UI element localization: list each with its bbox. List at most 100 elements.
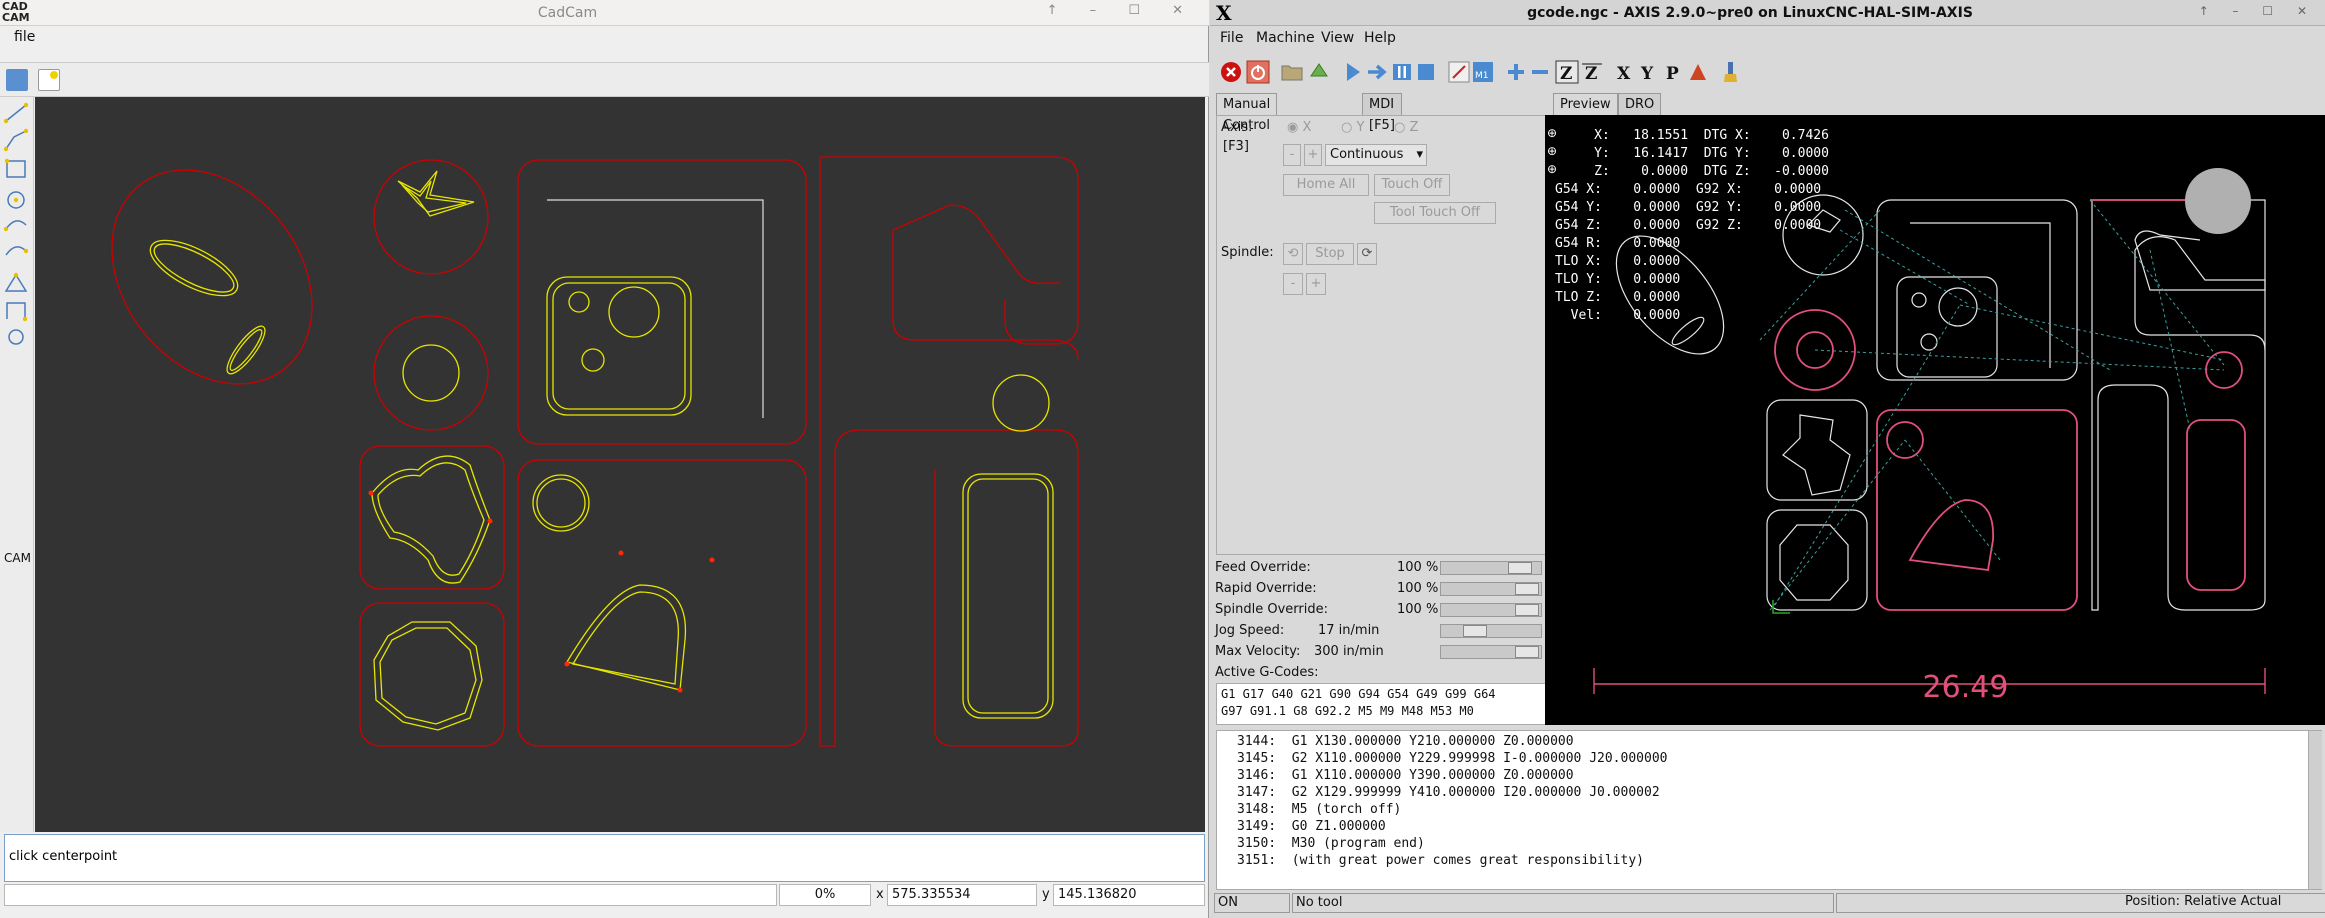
jog-speed-slider[interactable] [1440, 624, 1542, 638]
tool-touch-off-button[interactable]: Tool Touch Off [1374, 202, 1496, 224]
jog-speed-label: Jog Speed: [1215, 623, 1285, 638]
spindle-override-slider[interactable] [1440, 603, 1542, 617]
view-x-icon[interactable]: X [1612, 60, 1636, 84]
part-shape [962, 473, 1054, 719]
part-outline [373, 315, 489, 431]
gcode-scrollbar[interactable] [2308, 731, 2322, 889]
max-velocity-slider[interactable] [1440, 645, 1542, 659]
axis-titlebar: X gcode.ngc - AXIS 2.9.0~pre0 on LinuxCN… [1210, 0, 2325, 26]
gcode-line[interactable]: 3145: G2 X110.000000 Y229.999998 I-0.000… [1237, 750, 2321, 767]
view-z-icon[interactable]: Z [1555, 60, 1579, 84]
open-file-icon[interactable] [1280, 60, 1304, 84]
pink-path [1876, 409, 2078, 611]
dro-line: Z: 0.0000 DTG Z: -0.0000 [1555, 164, 1829, 179]
menu-view[interactable]: View [1321, 30, 1354, 46]
optional-stop-icon[interactable]: M1 [1471, 60, 1495, 84]
part-shape [532, 474, 590, 532]
spindle-stop-button[interactable]: Stop [1306, 243, 1354, 265]
rotate-view-icon[interactable] [1686, 60, 1710, 84]
x-coord-field: 575.335534 [887, 884, 1037, 906]
dro-readout: X: 18.1551 DTG X: 0.7426 Y: 16.1417 DTG … [1555, 127, 1829, 325]
tool-field: No tool [1292, 893, 1834, 913]
gcode-line[interactable]: 3150: M30 (program end) [1237, 835, 2321, 852]
path-outline [1938, 287, 1978, 327]
spindle-cw-icon[interactable]: ⟳ [1357, 243, 1377, 265]
tab-manual-control[interactable]: Manual Control [F3] [1216, 93, 1278, 154]
clear-backplot-icon[interactable] [1722, 60, 1746, 84]
pause-icon[interactable] [1390, 60, 1414, 84]
gcode-line[interactable]: 3147: G2 X129.999999 Y410.000000 I20.000… [1237, 784, 2321, 801]
slider-thumb[interactable] [1515, 583, 1539, 595]
feed-override-slider[interactable] [1440, 561, 1542, 575]
rapid-move [1814, 349, 2225, 371]
zoom-in-icon[interactable] [1504, 60, 1528, 84]
zoom-out-icon[interactable] [1528, 60, 1552, 84]
dro-line: Vel: 0.0000 [1555, 308, 1681, 323]
view-y-icon[interactable]: Y [1636, 60, 1660, 84]
open-folder-icon[interactable] [6, 69, 28, 91]
gcode-line[interactable]: 3151: (with great power comes great resp… [1237, 852, 2321, 869]
jog-minus-button[interactable]: - [1283, 144, 1301, 166]
axis-window-controls[interactable]: ↑ – ☐ ✕ [2199, 4, 2317, 18]
run-icon[interactable] [1341, 60, 1365, 84]
cadcam-window-controls[interactable]: ↑ – ☐ ✕ [1047, 3, 1197, 18]
command-prompt-box[interactable]: click centerpoint [4, 834, 1205, 882]
cad-drawing[interactable] [35, 97, 1205, 832]
axis-z-radio-label: Z [1409, 120, 1419, 135]
jog-plus-button[interactable]: + [1304, 144, 1322, 166]
step-icon[interactable] [1365, 60, 1389, 84]
slider-thumb[interactable] [1508, 562, 1532, 574]
y-coord-label: y [1042, 887, 1050, 902]
slider-thumb[interactable] [1515, 604, 1539, 616]
menu-help[interactable]: Help [1364, 30, 1396, 46]
new-file-icon[interactable] [38, 69, 60, 91]
spindle-label: Spindle: [1221, 245, 1274, 260]
path-outline [1911, 292, 1927, 308]
axis-x-radio[interactable]: ◉ X [1287, 120, 1311, 135]
view-p-icon[interactable]: P [1661, 60, 1685, 84]
tab-mdi[interactable]: MDI [F5] [1362, 93, 1402, 133]
stop-icon[interactable] [1414, 60, 1438, 84]
menu-machine[interactable]: Machine [1256, 30, 1315, 46]
polyline-tool-icon [5, 130, 27, 150]
axis-y-radio[interactable]: ○ Y [1341, 120, 1364, 135]
spindle-slower-button[interactable]: - [1283, 273, 1303, 295]
estop-icon[interactable] [1219, 60, 1243, 84]
axis-z-radio[interactable]: ○ Z [1394, 120, 1418, 135]
menu-file[interactable]: file [14, 29, 35, 45]
axis-x-radio-label: X [1302, 120, 1312, 135]
part-shape [149, 239, 239, 297]
gcode-listing[interactable]: 3144: G1 X130.000000 Y210.000000 Z0.0000… [1216, 730, 2322, 890]
power-icon[interactable] [1246, 60, 1270, 84]
status-message-field [4, 884, 777, 906]
touch-off-button[interactable]: Touch Off [1374, 174, 1450, 196]
gcode-line[interactable]: 3149: G0 Z1.000000 [1237, 818, 2321, 835]
part-shape [379, 627, 477, 725]
jog-mode-select[interactable]: Continuous ▾ [1325, 144, 1427, 166]
gcode-line[interactable]: 3148: M5 (torch off) [1237, 801, 2321, 818]
svg-text:P: P [1666, 64, 1679, 84]
part-outline [892, 230, 1079, 361]
gcode-line[interactable]: 3144: G1 X130.000000 Y210.000000 Z0.0000… [1237, 733, 2321, 750]
view-z2-icon[interactable]: Z [1580, 60, 1604, 84]
dro-line: TLO Z: 0.0000 [1555, 290, 1681, 305]
tab-preview[interactable]: Preview [1553, 93, 1618, 116]
line-tool-icon [5, 104, 27, 122]
cad-drawing-canvas[interactable] [35, 97, 1205, 832]
spindle-faster-button[interactable]: + [1306, 273, 1326, 295]
slider-thumb[interactable] [1463, 625, 1487, 637]
spindle-ccw-icon[interactable]: ⟲ [1283, 243, 1303, 265]
part-shape [992, 374, 1050, 432]
slider-thumb[interactable] [1515, 646, 1539, 658]
rapid-move [1769, 439, 1906, 611]
home-all-button[interactable]: Home All [1283, 174, 1369, 196]
cam-button[interactable]: CAM [4, 551, 31, 565]
rapid-override-slider[interactable] [1440, 582, 1542, 596]
menu-file[interactable]: File [1220, 30, 1243, 46]
part-outline [892, 204, 1060, 284]
reload-icon[interactable] [1307, 60, 1331, 84]
tab-dro[interactable]: DRO [1618, 93, 1662, 115]
part-shape [377, 462, 485, 576]
gcode-line[interactable]: 3146: G1 X110.000000 Y390.000000 Z0.0000… [1237, 767, 2321, 784]
block-delete-icon[interactable] [1447, 60, 1471, 84]
